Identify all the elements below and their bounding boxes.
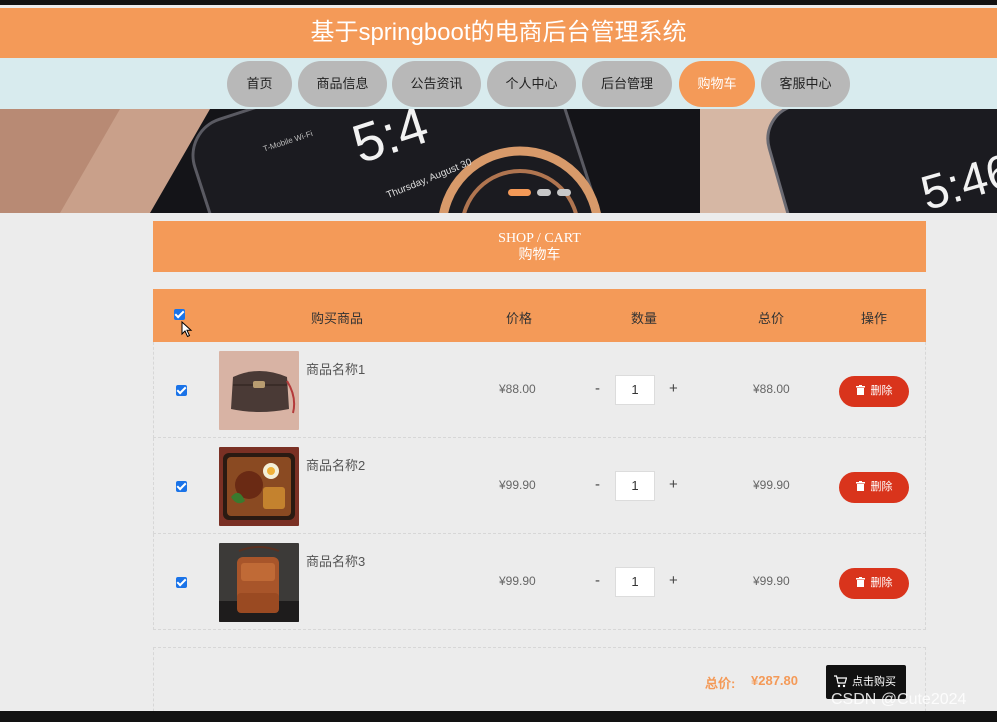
delete-button[interactable]: 删除 xyxy=(839,568,909,599)
product-name[interactable]: 商品名称1 xyxy=(306,359,365,378)
quantity-input[interactable]: 1 xyxy=(615,471,655,501)
delete-label: 删除 xyxy=(870,385,893,397)
nav-item-products[interactable]: 商品信息 xyxy=(298,61,387,107)
column-header-total: 总价 xyxy=(758,311,785,326)
page-title: 基于springboot的电商后台管理系统 xyxy=(0,8,997,58)
delete-button[interactable]: 删除 xyxy=(839,376,909,407)
row-total: ¥99.90 xyxy=(753,478,790,492)
cart-icon xyxy=(834,675,847,688)
quantity-input[interactable]: 1 xyxy=(615,375,655,405)
row-total: ¥99.90 xyxy=(753,574,790,588)
column-header-action: 操作 xyxy=(861,311,888,326)
cart-header-en: SHOP / CART xyxy=(498,231,581,246)
delete-label: 删除 xyxy=(870,481,893,493)
main-nav: 首页 商品信息 公告资讯 个人中心 后台管理 购物车 客服中心 xyxy=(0,58,997,109)
table-row: 商品名称3 ¥99.90 - 1 + ¥99.90 删除 xyxy=(153,534,926,630)
product-name[interactable]: 商品名称2 xyxy=(306,455,365,474)
product-price: ¥99.90 xyxy=(499,478,536,492)
row-checkbox[interactable] xyxy=(176,481,187,492)
column-header-product: 购买商品 xyxy=(311,311,364,326)
product-name[interactable]: 商品名称3 xyxy=(306,551,365,570)
product-price: ¥88.00 xyxy=(499,382,536,396)
delete-button[interactable]: 删除 xyxy=(839,472,909,503)
food-box-icon[interactable] xyxy=(219,447,299,526)
row-checkbox[interactable] xyxy=(176,577,187,588)
banner-image xyxy=(0,109,997,213)
checkout-label: 点击购买 xyxy=(852,676,896,688)
carousel-dot[interactable] xyxy=(508,189,531,196)
trash-icon xyxy=(855,481,865,491)
banner-carousel[interactable]: 5:4 Thursday, August 30 T-Mobile Wi-Fi 5… xyxy=(0,109,997,213)
carousel-dot[interactable] xyxy=(537,189,551,196)
cart-header: SHOP / CART 购物车 xyxy=(153,221,926,272)
nav-item-profile[interactable]: 个人中心 xyxy=(487,61,576,107)
product-price: ¥99.90 xyxy=(499,574,536,588)
cart-header-cn: 购物车 xyxy=(518,248,561,263)
nav-item-service[interactable]: 客服中心 xyxy=(761,61,850,107)
total-label: 总价: xyxy=(705,676,736,691)
nav-item-news[interactable]: 公告资讯 xyxy=(392,61,481,107)
qty-decrease-button[interactable]: - xyxy=(595,380,600,397)
select-all-checkbox[interactable] xyxy=(174,309,185,320)
trash-icon xyxy=(855,577,865,587)
page: 基于springboot的电商后台管理系统 首页 商品信息 公告资讯 个人中心 … xyxy=(0,5,997,711)
cart-table: 购买商品 价格 数量 总价 操作 商品名称1 ¥88.00 - 1 + ¥88.… xyxy=(153,289,926,631)
cart-summary: 总价: ¥287.80 点击购买 xyxy=(153,647,926,711)
qty-increase-button[interactable]: + xyxy=(669,380,678,397)
handbag-icon[interactable] xyxy=(219,351,299,430)
table-header: 购买商品 价格 数量 总价 操作 xyxy=(153,289,926,342)
column-header-quantity: 数量 xyxy=(631,311,658,326)
nav-item-home[interactable]: 首页 xyxy=(227,61,292,107)
row-checkbox[interactable] xyxy=(176,385,187,396)
carousel-indicators xyxy=(508,189,571,196)
qty-increase-button[interactable]: + xyxy=(669,476,678,493)
qty-decrease-button[interactable]: - xyxy=(595,572,600,589)
qty-increase-button[interactable]: + xyxy=(669,572,678,589)
carousel-dot[interactable] xyxy=(557,189,571,196)
quantity-input[interactable]: 1 xyxy=(615,567,655,597)
row-total: ¥88.00 xyxy=(753,382,790,396)
shoulder-bag-icon[interactable] xyxy=(219,543,299,622)
column-header-price: 价格 xyxy=(506,311,533,326)
mouse-cursor-icon xyxy=(181,321,193,338)
delete-label: 删除 xyxy=(870,577,893,589)
table-row: 商品名称1 ¥88.00 - 1 + ¥88.00 删除 xyxy=(153,342,926,438)
nav-item-cart[interactable]: 购物车 xyxy=(679,61,755,107)
qty-decrease-button[interactable]: - xyxy=(595,476,600,493)
trash-icon xyxy=(855,385,865,395)
total-value: ¥287.80 xyxy=(751,673,798,688)
table-row: 商品名称2 ¥99.90 - 1 + ¥99.90 删除 xyxy=(153,438,926,534)
nav-item-admin[interactable]: 后台管理 xyxy=(582,61,672,107)
watermark: CSDN @Cute2024 xyxy=(831,691,967,708)
